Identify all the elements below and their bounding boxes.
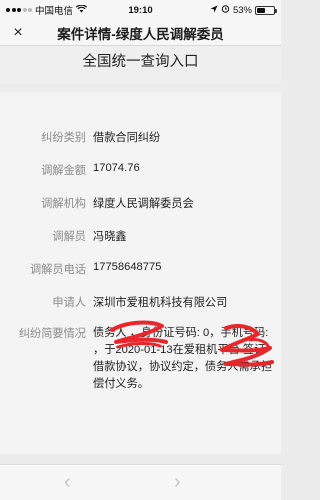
- battery-icon: [255, 5, 277, 15]
- clock: 19:10: [128, 4, 153, 16]
- battery-level: [257, 7, 266, 13]
- status-left: 中国电信: [6, 3, 88, 17]
- battery-percent: 53%: [232, 4, 252, 16]
- navigation-bar: × 案件详情-绿度人民调解委员: [0, 20, 281, 46]
- agency-label: 调解机构: [41, 198, 86, 210]
- amount-label: 调解金额: [41, 165, 86, 177]
- query-entry-heading: 全国统一查询入口: [0, 46, 281, 84]
- location-icon: [210, 5, 218, 16]
- agency-value: 绿度人民调解委员会: [93, 198, 194, 210]
- signal-strength-icon: [6, 8, 32, 12]
- browser-bottom-bar: ‹ ›: [0, 464, 281, 500]
- applicant-value: 深圳市爱租机科技有限公司: [93, 297, 228, 309]
- status-bar: 中国电信 19:10 53%: [0, 0, 281, 20]
- case-details-card: 纠纷类别 借款合同纠纷 调解金额 17074.76 调解机构 绿度人民调解委员会…: [0, 92, 281, 454]
- dispute-type-value: 借款合同纠纷: [93, 132, 161, 144]
- summary-value: 债务人 ，身份证号码: 0，手机号码: ，于2020-01-13在爱租机平台 签…: [93, 327, 273, 390]
- mediator-phone-value[interactable]: 17758648775: [93, 261, 161, 273]
- close-icon[interactable]: ×: [0, 24, 36, 42]
- carrier-name: 中国电信: [35, 6, 74, 17]
- mediator-value: 冯晓鑫: [93, 231, 127, 243]
- applicant-label: 申请人: [52, 297, 86, 309]
- mediator-label: 调解员: [52, 231, 86, 243]
- status-right: 53%: [210, 4, 277, 16]
- back-icon[interactable]: ‹: [64, 471, 71, 494]
- amount-value: 17074.76: [93, 162, 140, 174]
- dispute-type-label: 纠纷类别: [41, 132, 86, 144]
- page-title: 案件详情-绿度人民调解委员: [57, 26, 224, 42]
- alarm-icon: [221, 4, 230, 16]
- wifi-icon: [75, 4, 88, 16]
- summary-label: 纠纷简要情况: [18, 328, 86, 340]
- forward-icon[interactable]: ›: [174, 471, 181, 494]
- mediator-phone-label: 调解员电话: [30, 264, 86, 276]
